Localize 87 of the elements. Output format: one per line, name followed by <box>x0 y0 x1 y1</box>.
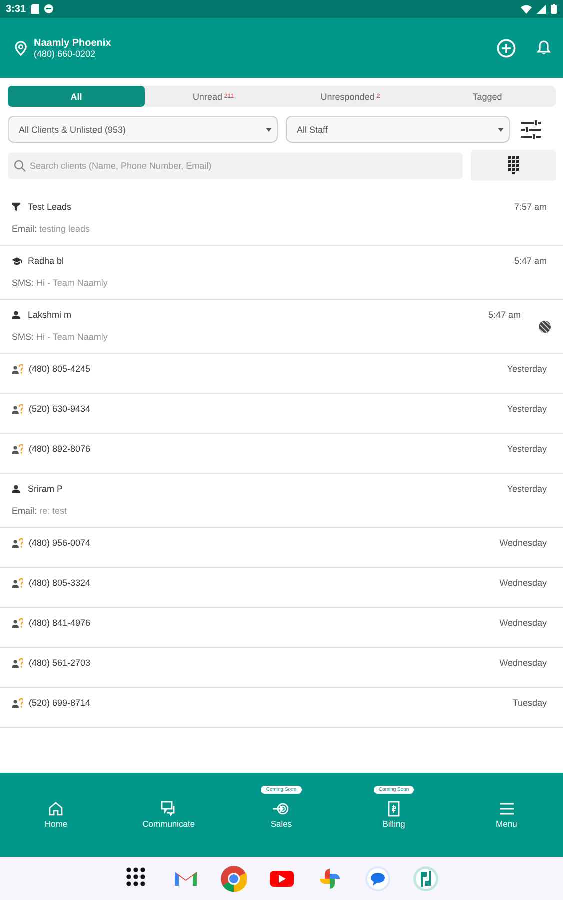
conversation-row[interactable]: (520) 699-8714 Tuesday <box>0 688 563 728</box>
message-time: Wednesday <box>500 538 547 548</box>
filter-dropdown[interactable]: All Clients & Unlisted (953) <box>8 116 278 143</box>
message-preview: Email: re: test <box>12 506 68 516</box>
message-time: Yesterday <box>507 484 547 494</box>
contact-name: Radha bl <box>28 256 66 266</box>
wifi-icon <box>521 4 532 14</box>
conversation-row[interactable]: (480) 805-3324 Wednesday <box>0 568 563 608</box>
graduation-cap-icon <box>12 256 22 266</box>
location-pin-icon <box>15 40 27 56</box>
conversation-row[interactable]: (480) 892-8076 Yesterday <box>0 434 563 474</box>
person-icon <box>12 310 22 320</box>
search-field[interactable]: Search clients (Name, Phone Number, Email) <box>8 152 463 178</box>
home-icon <box>48 801 64 817</box>
message-time: Yesterday <box>507 404 547 414</box>
contact-name: (480) 805-3324 <box>29 578 92 588</box>
contact-name: (480) 841-4976 <box>29 618 92 628</box>
app-logo-icon[interactable] <box>412 866 438 892</box>
contact-name: (480) 805-4245 <box>29 364 92 374</box>
unknown-contact-icon <box>12 698 23 708</box>
message-time: Wednesday <box>500 578 547 588</box>
conversation-row[interactable]: (480) 805-4245 Yesterday <box>0 354 563 394</box>
nav-item[interactable]: Home <box>0 801 113 829</box>
message-time: Yesterday <box>507 444 547 454</box>
nav-item[interactable]: Communicate <box>112 801 226 829</box>
message-time: Wednesday <box>500 618 547 628</box>
chat-icon <box>160 801 177 817</box>
message-time: Wednesday <box>500 658 547 668</box>
sliders-icon[interactable] <box>520 118 542 140</box>
nav-item[interactable]: Menu <box>450 801 563 829</box>
person-icon <box>12 484 22 494</box>
contact-name: (520) 699-8714 <box>29 698 92 708</box>
conversation-row[interactable]: Radha bl 5:47 am SMS: Hi - Team Naamly <box>0 246 563 300</box>
message-time: Yesterday <box>507 364 547 374</box>
conversation-row[interactable]: Sriram P Yesterday Email: re: test <box>0 474 563 528</box>
conversation-row[interactable]: (480) 561-2703 Wednesday <box>0 648 563 688</box>
unknown-contact-icon <box>12 404 23 414</box>
conversation-row[interactable]: (480) 956-0074 Wednesday <box>0 528 563 568</box>
unknown-contact-icon <box>12 444 23 454</box>
message-preview: Email: testing leads <box>12 224 92 234</box>
dialpad-icon <box>508 156 519 175</box>
filter-tab[interactable]: All <box>8 86 145 107</box>
menu-icon <box>498 801 515 817</box>
conversation-row[interactable]: (480) 841-4976 Wednesday <box>0 608 563 648</box>
conversation-row[interactable]: (520) 630-9434 Yesterday <box>0 394 563 434</box>
filter-tab[interactable]: Tagged <box>419 86 556 107</box>
message-time: 7:57 am <box>514 202 547 212</box>
battery-icon <box>551 4 557 14</box>
contact-name: (520) 630-9434 <box>29 404 92 414</box>
conversation-row[interactable]: Test Leads 7:57 am Email: testing leads <box>0 192 563 246</box>
unknown-contact-icon <box>12 658 23 668</box>
message-time: 5:47 am <box>488 310 521 320</box>
filter-tab[interactable]: Unresponded $^{2}$ <box>282 86 419 107</box>
unknown-contact-icon <box>12 364 23 374</box>
contact-name: (480) 892-8076 <box>29 444 92 454</box>
contact-name: (480) 561-2703 <box>29 658 92 668</box>
dropdown-caret-icon <box>498 128 504 132</box>
message-time: 5:47 am <box>514 256 547 266</box>
message-preview: SMS: Hi - Team Naamly <box>12 278 109 288</box>
signal-icon <box>537 4 546 14</box>
status-time: 3:31 <box>6 4 26 14</box>
browser-icon[interactable] <box>220 866 246 892</box>
filter-dropdown[interactable]: All Staff <box>286 116 510 143</box>
location-name[interactable]: Naamly Phoenix <box>34 38 112 48</box>
receipt-icon <box>386 801 402 817</box>
contact-name: Sriram P <box>28 484 64 494</box>
contact-name: Lakshmi m <box>28 310 73 320</box>
location-phone: (480) 660-0202 <box>34 48 97 58</box>
dropdown-caret-icon <box>266 128 272 132</box>
funnel-icon <box>12 202 22 212</box>
unknown-contact-icon <box>12 538 23 548</box>
unknown-contact-icon <box>12 578 23 588</box>
message-time: Tuesday <box>512 698 547 708</box>
filter-tab[interactable]: Unread $^{211}$ <box>145 86 282 107</box>
unknown-contact-icon <box>12 618 23 628</box>
message-preview: SMS: Hi - Team Naamly <box>12 332 109 342</box>
add-icon[interactable] <box>497 38 516 58</box>
dialpad-button[interactable] <box>471 150 556 181</box>
target-icon <box>273 801 290 817</box>
sim-card-icon <box>31 4 40 14</box>
conversation-row[interactable]: Lakshmi m 5:47 am SMS: Hi - Team Naamly <box>0 300 563 354</box>
floating-ball-icon[interactable] <box>538 320 552 334</box>
contact-name: (480) 956-0074 <box>29 538 92 548</box>
bell-icon[interactable] <box>537 40 551 56</box>
chat-bubble-icon[interactable] <box>364 866 390 892</box>
contact-name: Test Leads <box>28 202 73 212</box>
search-icon <box>14 160 26 172</box>
